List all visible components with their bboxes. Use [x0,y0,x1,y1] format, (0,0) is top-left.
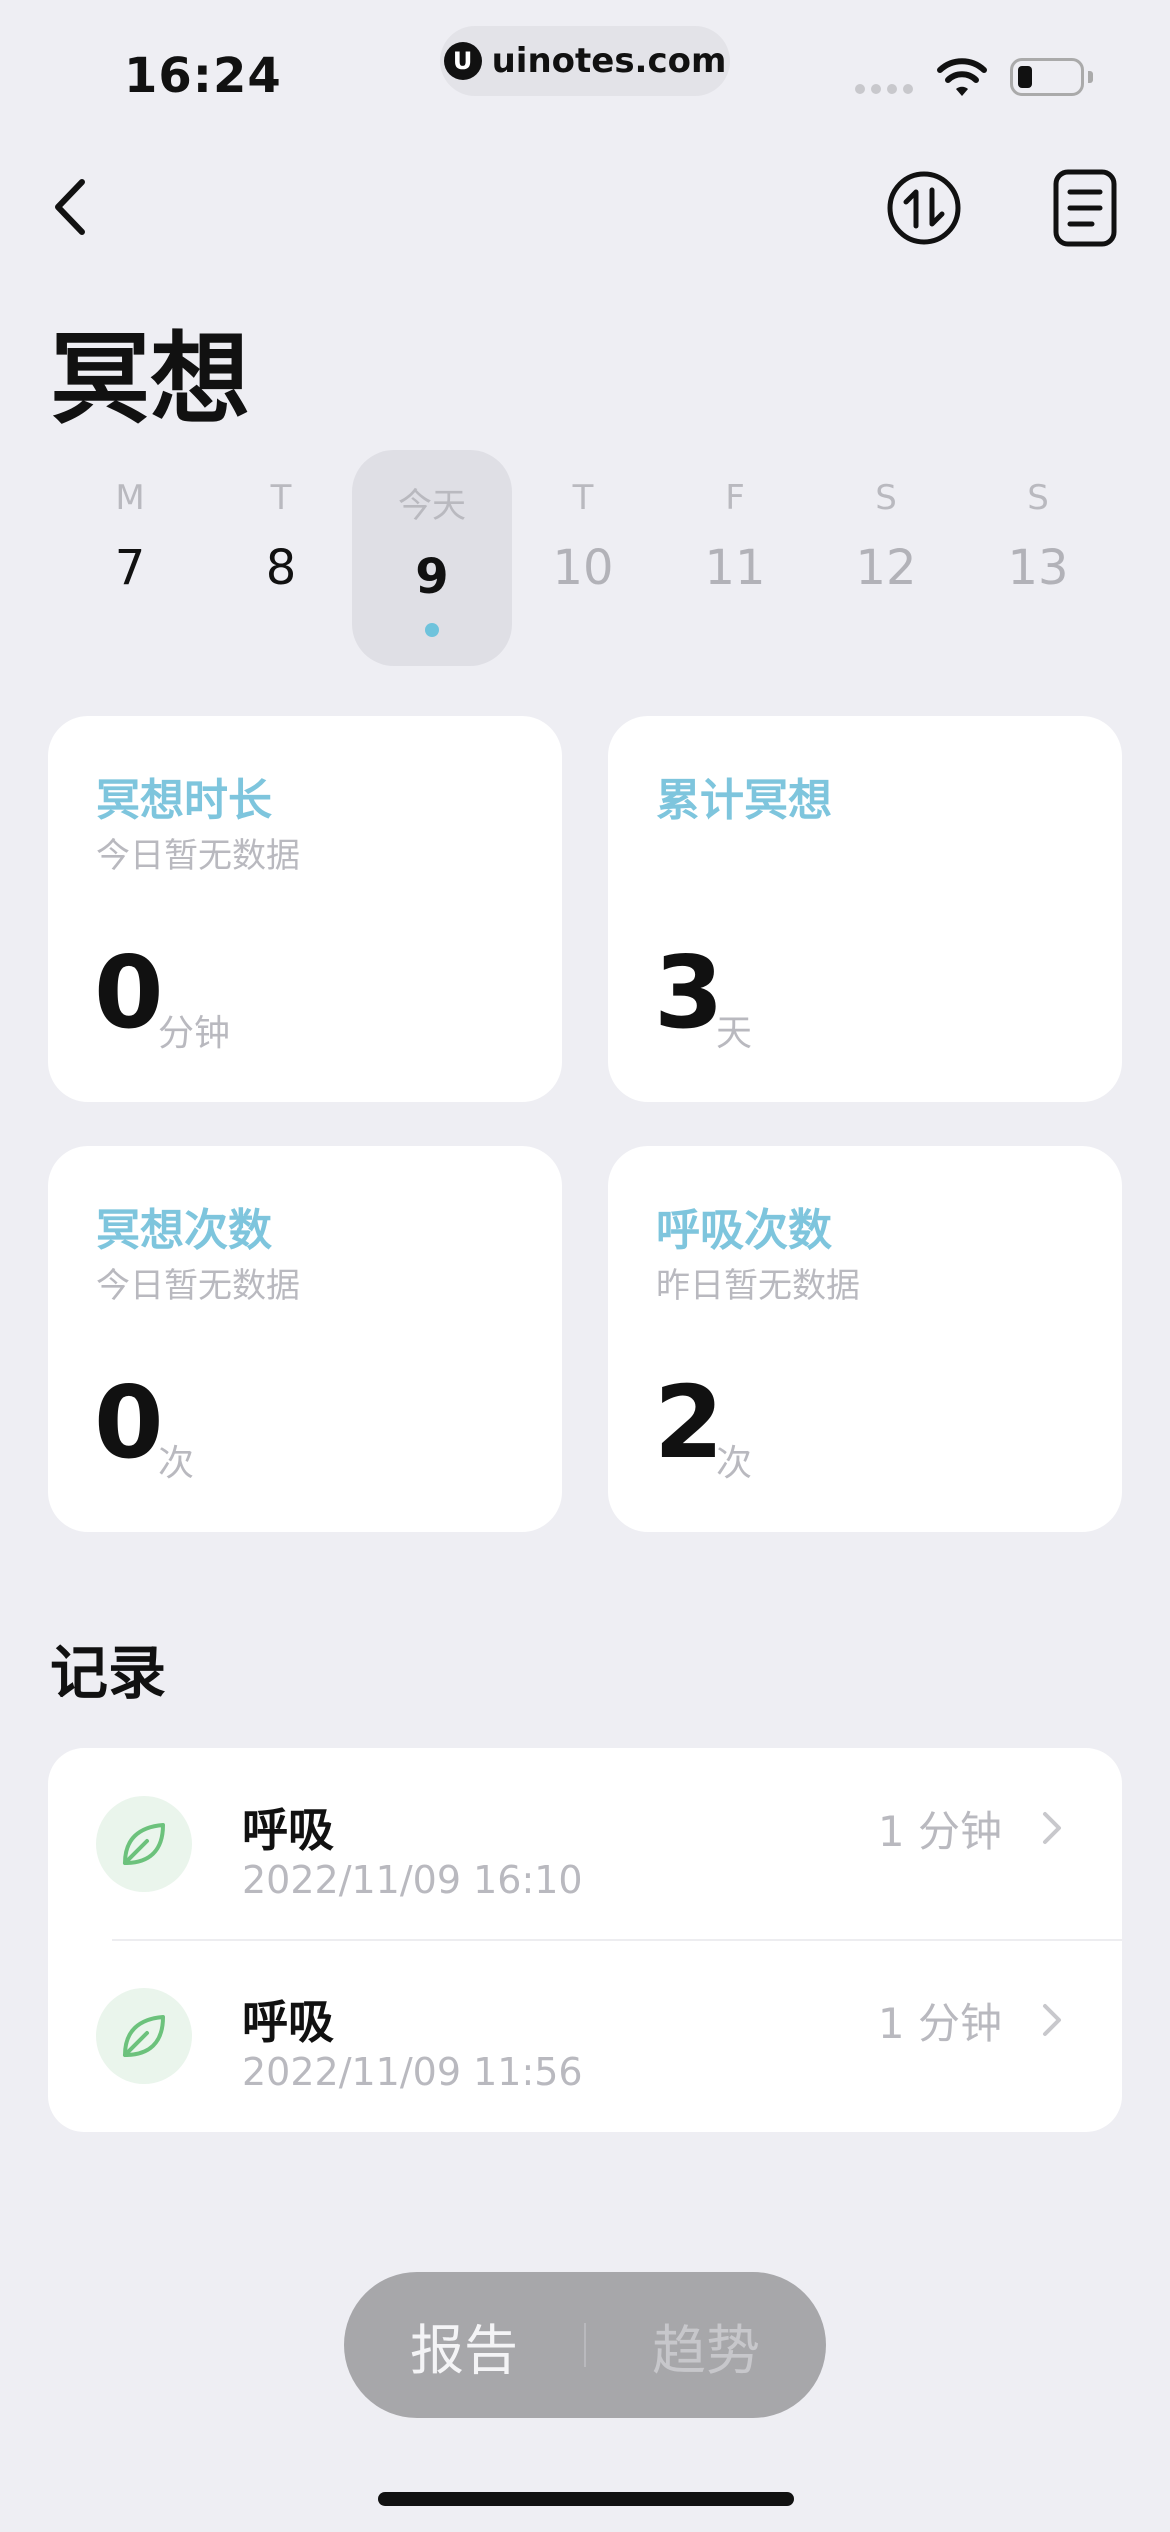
stat-subtitle: 今日暂无数据 [96,836,300,876]
report-trend-toggle: 报告 趋势 [344,2272,826,2418]
report-tab[interactable]: 报告 [344,2306,584,2385]
record-item[interactable]: 呼吸 2022/11/09 16:10 1 分钟 [48,1748,1122,1941]
day-number: 7 [114,540,146,596]
today-dot [425,623,439,637]
url-text: uinotes.com [491,41,727,81]
status-time: 16:24 [124,48,282,104]
stat-title: 累计冥想 [656,775,832,826]
day-today[interactable]: 今天 9 [352,450,512,666]
day-number: 13 [1007,540,1069,596]
record-item[interactable]: 呼吸 2022/11/09 11:56 1 分钟 [48,1940,1122,2132]
stat-value: 0 [94,1364,164,1481]
day-number: 11 [704,540,766,596]
stat-value: 0 [94,934,164,1051]
leaf-icon [96,1988,192,2084]
cellular-signal-icon [855,84,913,94]
stat-card-meditation-duration[interactable]: 冥想时长 今日暂无数据 0 分钟 [48,716,562,1102]
leaf-icon [96,1796,192,1892]
chevron-right-icon [1043,2004,1061,2036]
stat-value: 2 [654,1364,724,1481]
document-list-icon[interactable] [1052,168,1118,248]
record-datetime: 2022/11/09 16:10 [242,1858,583,1902]
stat-unit: 分钟 [158,1013,231,1054]
chevron-right-icon [1043,1812,1061,1844]
stat-title: 冥想次数 [96,1205,272,1256]
stat-card-meditation-count[interactable]: 冥想次数 今日暂无数据 0 次 [48,1146,562,1532]
day-number: 9 [415,549,449,605]
record-duration: 1 分钟 [877,1999,1002,2048]
stat-card-breath-count[interactable]: 呼吸次数 昨日暂无数据 2 次 [608,1146,1122,1532]
day-thu[interactable]: T 10 [503,450,663,666]
site-logo-icon: U [443,42,482,80]
day-sun[interactable]: S 13 [958,450,1118,666]
page-title: 冥想 [50,321,250,438]
battery-icon [1010,58,1093,96]
sort-swap-icon[interactable] [886,170,962,246]
wifi-icon [937,58,987,96]
home-indicator[interactable] [378,2492,794,2506]
record-datetime: 2022/11/09 11:56 [242,2050,583,2094]
day-number: 10 [552,540,614,596]
day-number: 8 [265,540,297,596]
back-icon[interactable] [46,172,96,242]
stat-subtitle: 今日暂无数据 [96,1266,300,1306]
day-tue[interactable]: T 8 [201,450,361,666]
stat-card-total-meditation[interactable]: 累计冥想 3 天 [608,716,1122,1102]
stat-unit: 天 [716,1013,753,1054]
stat-subtitle: 昨日暂无数据 [656,1266,860,1306]
stat-title: 呼吸次数 [656,1205,832,1256]
url-pill[interactable]: U uinotes.com [440,26,730,96]
records-section-title: 记录 [50,1639,167,1707]
trend-tab[interactable]: 趋势 [586,2306,826,2385]
stat-title: 冥想时长 [96,775,272,826]
day-sat[interactable]: S 12 [806,450,966,666]
stat-value: 3 [654,934,724,1051]
day-fri[interactable]: F 11 [655,450,815,666]
stat-unit: 次 [716,1443,753,1484]
record-name: 呼吸 [242,1995,334,2049]
record-duration: 1 分钟 [877,1807,1002,1856]
day-mon[interactable]: M 7 [50,450,210,666]
record-name: 呼吸 [242,1803,334,1857]
stat-unit: 次 [158,1443,195,1484]
records-list: 呼吸 2022/11/09 16:10 1 分钟 呼吸 2022/11/09 1… [48,1748,1122,2132]
day-number: 12 [855,540,917,596]
